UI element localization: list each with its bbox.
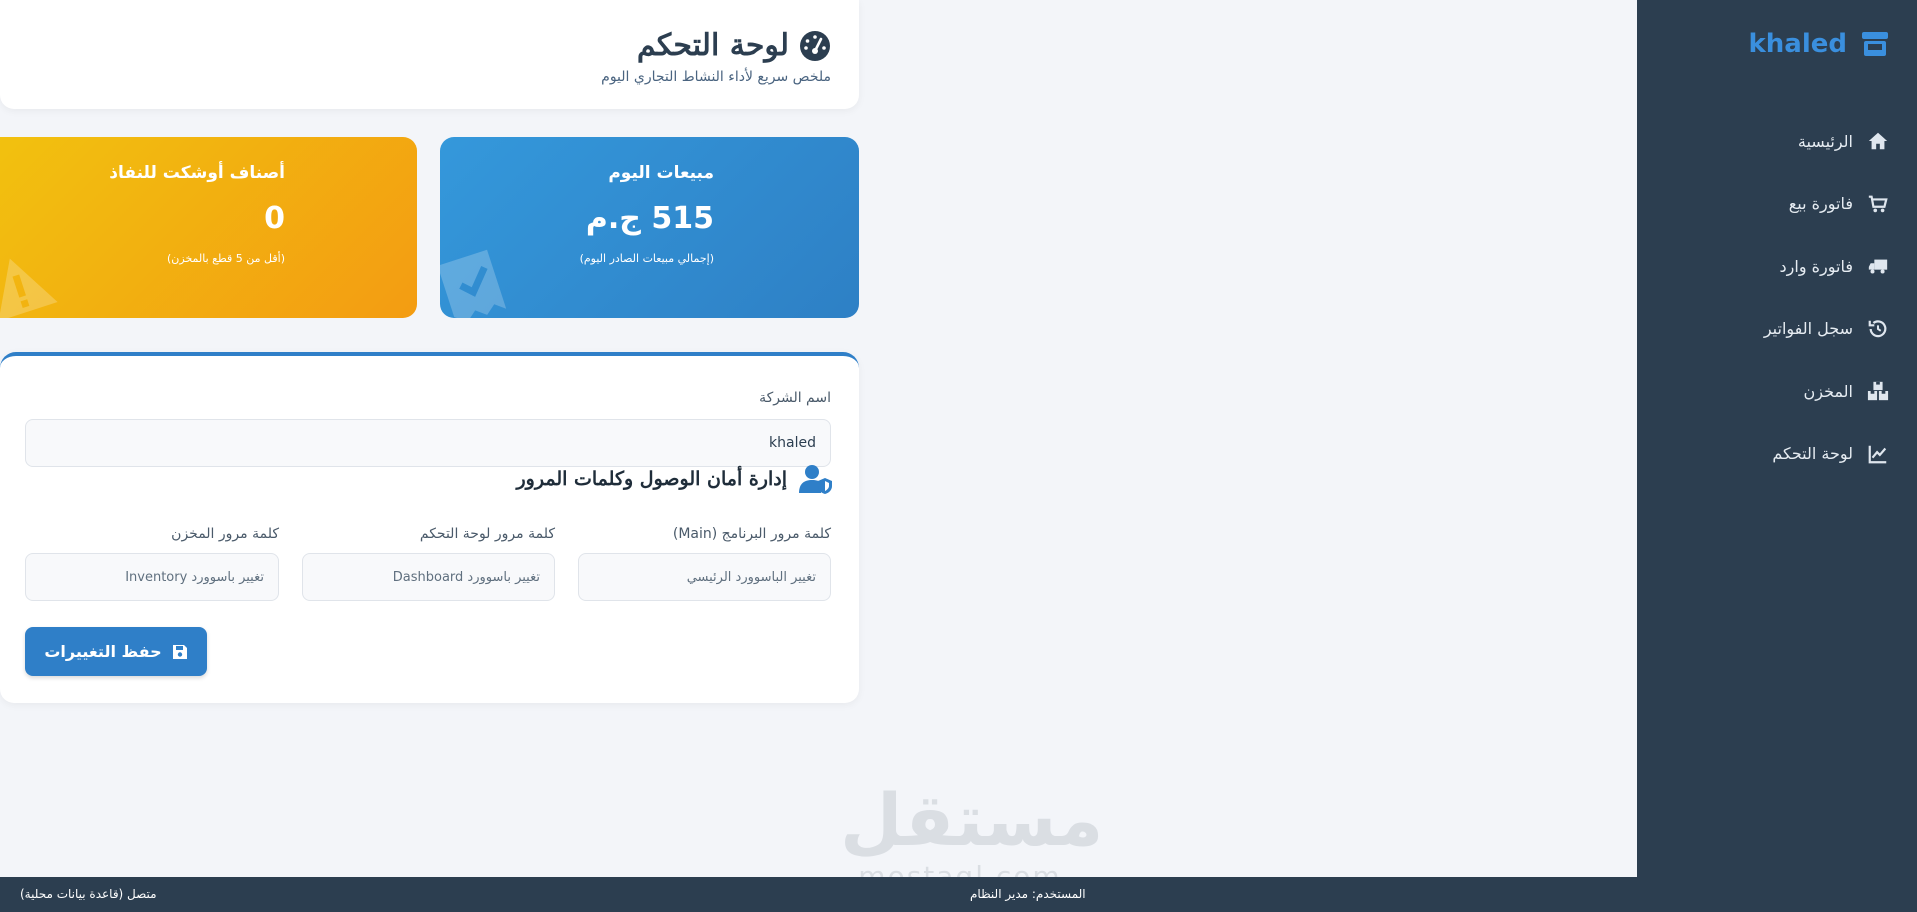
stat-card-low-stock: أصناف أوشكت للنفاذ 0 (أقل من 5 قطع بالمخ… xyxy=(0,137,417,318)
stat-title: مبيعات اليوم xyxy=(608,163,714,183)
page-title-wrap: لوحة التحكم xyxy=(637,28,831,63)
dashboard-password-label: كلمة مرور لوحة التحكم xyxy=(419,526,555,542)
inventory-password-input[interactable]: تغيير باسوورد Inventory xyxy=(25,553,279,601)
current-user: المستخدم: مدير النظام xyxy=(970,887,1086,901)
connection-status: متصل (قاعدة بيانات محلية) xyxy=(20,887,157,901)
gauge-icon xyxy=(800,30,830,61)
brand[interactable]: khaled xyxy=(1748,28,1891,60)
sidebar-item-inventory[interactable]: المخزن xyxy=(1637,360,1917,423)
sidebar-item-label: لوحة التحكم xyxy=(1772,444,1853,464)
settings-card: اسم الشركة khaled إدارة أمان الوصول وكلم… xyxy=(0,352,859,703)
stat-note: (إجمالي مبيعات الصادر اليوم) xyxy=(579,252,714,265)
sidebar: khaled الرئيسية فاتورة بيع فاتورة وارد س… xyxy=(1637,0,1917,877)
sidebar-nav: الرئيسية فاتورة بيع فاتورة وارد سجل الفو… xyxy=(1637,110,1917,485)
stat-note: (أقل من 5 قطع بالمخزن) xyxy=(167,252,285,265)
stat-value: 515 ج.م xyxy=(585,201,714,236)
sidebar-item-invoice-history[interactable]: سجل الفواتير xyxy=(1637,298,1917,361)
user-shield-icon xyxy=(799,465,832,494)
chart-line-icon xyxy=(1868,445,1887,464)
sidebar-item-dashboard[interactable]: لوحة التحكم xyxy=(1637,423,1917,486)
sidebar-item-label: فاتورة بيع xyxy=(1788,194,1853,214)
floppy-disk-icon xyxy=(172,644,187,659)
sidebar-item-label: سجل الفواتير xyxy=(1763,319,1853,339)
sidebar-item-label: المخزن xyxy=(1803,381,1853,401)
sidebar-item-sales-invoice[interactable]: فاتورة بيع xyxy=(1637,173,1917,236)
sidebar-item-purchase-invoice[interactable]: فاتورة وارد xyxy=(1637,235,1917,298)
stat-value: 0 xyxy=(264,201,285,236)
brand-name: khaled xyxy=(1748,29,1847,59)
header-card: لوحة التحكم ملخص سريع لأداء النشاط التجا… xyxy=(0,0,859,109)
sidebar-item-home[interactable]: الرئيسية xyxy=(1637,110,1917,173)
security-section-title: إدارة أمان الوصول وكلمات المرور xyxy=(516,468,788,490)
company-name-label: اسم الشركة xyxy=(759,390,831,406)
cart-icon xyxy=(1868,195,1888,212)
main-password-input[interactable]: تغيير الباسوورد الرئيسي xyxy=(578,553,831,601)
main-password-label: كلمة مرور البرنامج (Main) xyxy=(672,526,831,542)
page-title: لوحة التحكم xyxy=(636,28,789,63)
status-bar: متصل (قاعدة بيانات محلية) المستخدم: مدير… xyxy=(0,877,1917,912)
save-button[interactable]: حفظ التغييرات xyxy=(25,627,207,676)
warning-icon xyxy=(0,258,58,318)
page-subtitle: ملخص سريع لأداء النشاط التجاري اليوم xyxy=(601,69,831,85)
security-section-header: إدارة أمان الوصول وكلمات المرور xyxy=(517,464,834,494)
sidebar-item-label: فاتورة وارد xyxy=(1779,256,1853,276)
stat-card-today-sales: مبيعات اليوم 515 ج.م (إجمالي مبيعات الصا… xyxy=(440,137,859,318)
watermark-arabic: مستقل xyxy=(840,778,1104,862)
sidebar-item-label: الرئيسية xyxy=(1797,131,1853,151)
receipt-icon xyxy=(440,249,507,318)
truck-icon xyxy=(1868,259,1888,274)
stat-title: أصناف أوشكت للنفاذ xyxy=(109,163,285,183)
dashboard-password-input[interactable]: تغيير باسوورد Dashboard xyxy=(302,553,555,601)
save-button-label: حفظ التغييرات xyxy=(44,642,162,661)
company-name-input[interactable]: khaled xyxy=(25,419,831,467)
history-icon xyxy=(1868,320,1887,337)
store-icon xyxy=(1862,32,1888,56)
home-icon xyxy=(1868,133,1888,150)
boxes-icon xyxy=(1867,382,1889,401)
inventory-password-label: كلمة مرور المخزن xyxy=(171,526,279,542)
